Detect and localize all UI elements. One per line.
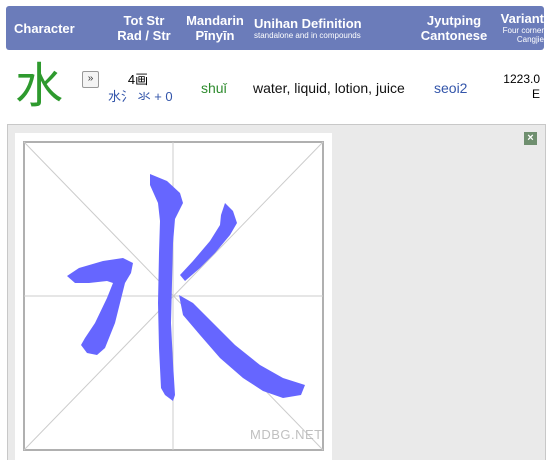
variant-codes: 1223.0 E xyxy=(490,72,540,102)
header-jyutping-label: Jyutping xyxy=(426,13,482,28)
header-character: Character xyxy=(14,21,75,36)
expand-icon[interactable]: » xyxy=(82,71,99,88)
header-variant: Variant Four corner Cangjie xyxy=(494,11,544,44)
header-cangjie: Cangjie xyxy=(516,35,544,44)
four-corner-code: 1223.0 xyxy=(503,72,540,86)
table-header: Character Tot Str Rad / Str Mandarin Pīn… xyxy=(6,6,544,50)
character-glyph-link[interactable]: 水 xyxy=(15,55,63,117)
stroke-count: 4画 xyxy=(127,72,149,87)
stroke-order-panel: × MDBG.NET xyxy=(7,124,546,460)
header-four-corner: Four corner xyxy=(502,26,544,35)
header-mandarin: Mandarin Pīnyīn xyxy=(182,13,248,43)
header-jyutping: Jyutping Cantonese xyxy=(414,13,494,43)
pinyin-link[interactable]: shuǐ xyxy=(201,80,227,96)
header-strokes: Tot Str Rad / Str xyxy=(112,13,176,43)
header-unihan-sub: standalone and in compounds xyxy=(254,31,361,40)
header-mandarin-label: Mandarin xyxy=(186,13,244,28)
header-variant-label: Variant xyxy=(500,11,544,26)
header-pinyin-label: Pīnyīn xyxy=(195,28,235,43)
definition: water, liquid, lotion, juice xyxy=(253,80,405,96)
header-rad-str: Rad / Str xyxy=(117,28,171,43)
header-tot-str: Tot Str xyxy=(123,13,165,28)
cangjie-code: E xyxy=(531,87,540,101)
watermark: MDBG.NET xyxy=(250,427,323,442)
header-unihan-label: Unihan Definition xyxy=(254,16,362,31)
close-icon[interactable]: × xyxy=(524,132,537,145)
header-unihan: Unihan Definition standalone and in comp… xyxy=(254,16,362,40)
stroke-order-drawing xyxy=(23,141,324,451)
jyutping-link[interactable]: seoi2 xyxy=(434,80,467,96)
character-row: 水 » 4画 水氵 氺 + 0 shuǐ water, liquid, loti… xyxy=(0,50,550,123)
stroke-order-canvas: MDBG.NET xyxy=(15,133,332,460)
radical-link[interactable]: 水氵 氺 + 0 xyxy=(108,89,173,104)
header-cantonese-label: Cantonese xyxy=(420,28,488,43)
